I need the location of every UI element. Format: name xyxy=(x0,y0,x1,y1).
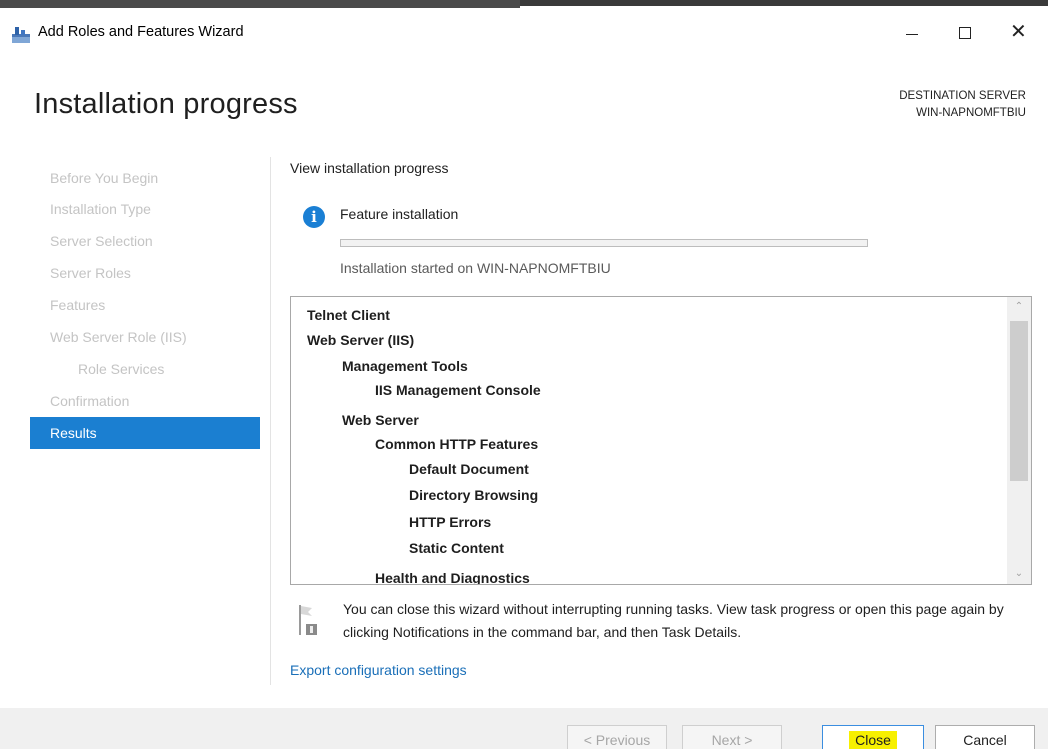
wizard-app-icon xyxy=(12,27,30,43)
nav-item-confirmation[interactable]: Confirmation xyxy=(30,385,260,417)
list-item: Static Content xyxy=(409,540,504,556)
nav-divider xyxy=(270,157,271,685)
list-item: Directory Browsing xyxy=(409,487,539,503)
scrollbar-thumb[interactable] xyxy=(1010,321,1028,481)
nav-item-web-server-role[interactable]: Web Server Role (IIS) xyxy=(30,321,260,353)
list-item: Default Document xyxy=(409,461,529,477)
window-title: Add Roles and Features Wizard xyxy=(38,24,244,40)
feature-list-scrollbar[interactable]: ⌃ ⌄ xyxy=(1007,297,1031,584)
nav-item-before-you-begin[interactable]: Before You Begin xyxy=(30,162,260,194)
top-strip xyxy=(0,0,1048,10)
maximize-icon xyxy=(959,27,971,39)
nav-item-server-selection[interactable]: Server Selection xyxy=(30,225,260,257)
export-configuration-link[interactable]: Export configuration settings xyxy=(290,662,467,678)
title-bar: Add Roles and Features Wizard ✕ xyxy=(0,12,1048,56)
list-item: Health and Diagnostics xyxy=(375,570,530,584)
next-button[interactable]: Next > xyxy=(682,725,782,749)
previous-button[interactable]: < Previous xyxy=(567,725,667,749)
list-item: IIS Management Console xyxy=(375,382,541,398)
nav-item-server-roles[interactable]: Server Roles xyxy=(30,257,260,289)
view-progress-label: View installation progress xyxy=(290,160,449,176)
list-item: HTTP Errors xyxy=(409,514,492,530)
nav-item-features[interactable]: Features xyxy=(30,289,260,321)
wizard-footer: < Previous Next > Close Cancel xyxy=(0,708,1048,749)
cancel-button[interactable]: Cancel xyxy=(935,725,1035,749)
list-item: Web Server xyxy=(342,412,419,428)
list-item: Management Tools xyxy=(342,358,468,374)
list-item: Telnet Client xyxy=(307,307,390,323)
nav-item-installation-type[interactable]: Installation Type xyxy=(30,193,260,225)
installation-progress-bar xyxy=(340,239,868,247)
info-icon: i xyxy=(303,206,325,228)
installation-started-text: Installation started on WIN-NAPNOMFTBIU xyxy=(340,260,611,276)
flag-icon xyxy=(299,605,317,635)
close-icon: ✕ xyxy=(1010,21,1027,43)
minimize-icon xyxy=(906,34,918,35)
nav-item-results[interactable]: Results xyxy=(30,417,260,449)
list-item: Common HTTP Features xyxy=(375,436,539,452)
feature-list: Telnet Client Web Server (IIS) Managemen… xyxy=(291,297,1006,584)
scroll-down-arrow-icon[interactable]: ⌄ xyxy=(1007,564,1031,584)
top-strip-bar-accent xyxy=(0,0,520,8)
list-item: Web Server (IIS) xyxy=(307,332,415,348)
minimize-button[interactable] xyxy=(888,16,934,50)
close-button[interactable]: Close xyxy=(822,725,924,749)
nav-item-role-services[interactable]: Role Services xyxy=(30,353,260,385)
close-button-label: Close xyxy=(849,731,897,749)
close-wizard-note: You can close this wizard without interr… xyxy=(343,601,1004,640)
destination-server-info: DESTINATION SERVER WIN-NAPNOMFTBIU xyxy=(899,88,1026,122)
destination-server-name: WIN-NAPNOMFTBIU xyxy=(916,107,1026,119)
feature-list-box[interactable]: Telnet Client Web Server (IIS) Managemen… xyxy=(290,296,1032,585)
destination-label: DESTINATION SERVER xyxy=(899,90,1026,102)
close-window-button[interactable]: ✕ xyxy=(994,16,1040,50)
maximize-button[interactable] xyxy=(942,16,988,50)
page-title: Installation progress xyxy=(34,88,298,120)
feature-installation-label: Feature installation xyxy=(340,206,459,222)
scroll-up-arrow-icon[interactable]: ⌃ xyxy=(1007,297,1031,317)
